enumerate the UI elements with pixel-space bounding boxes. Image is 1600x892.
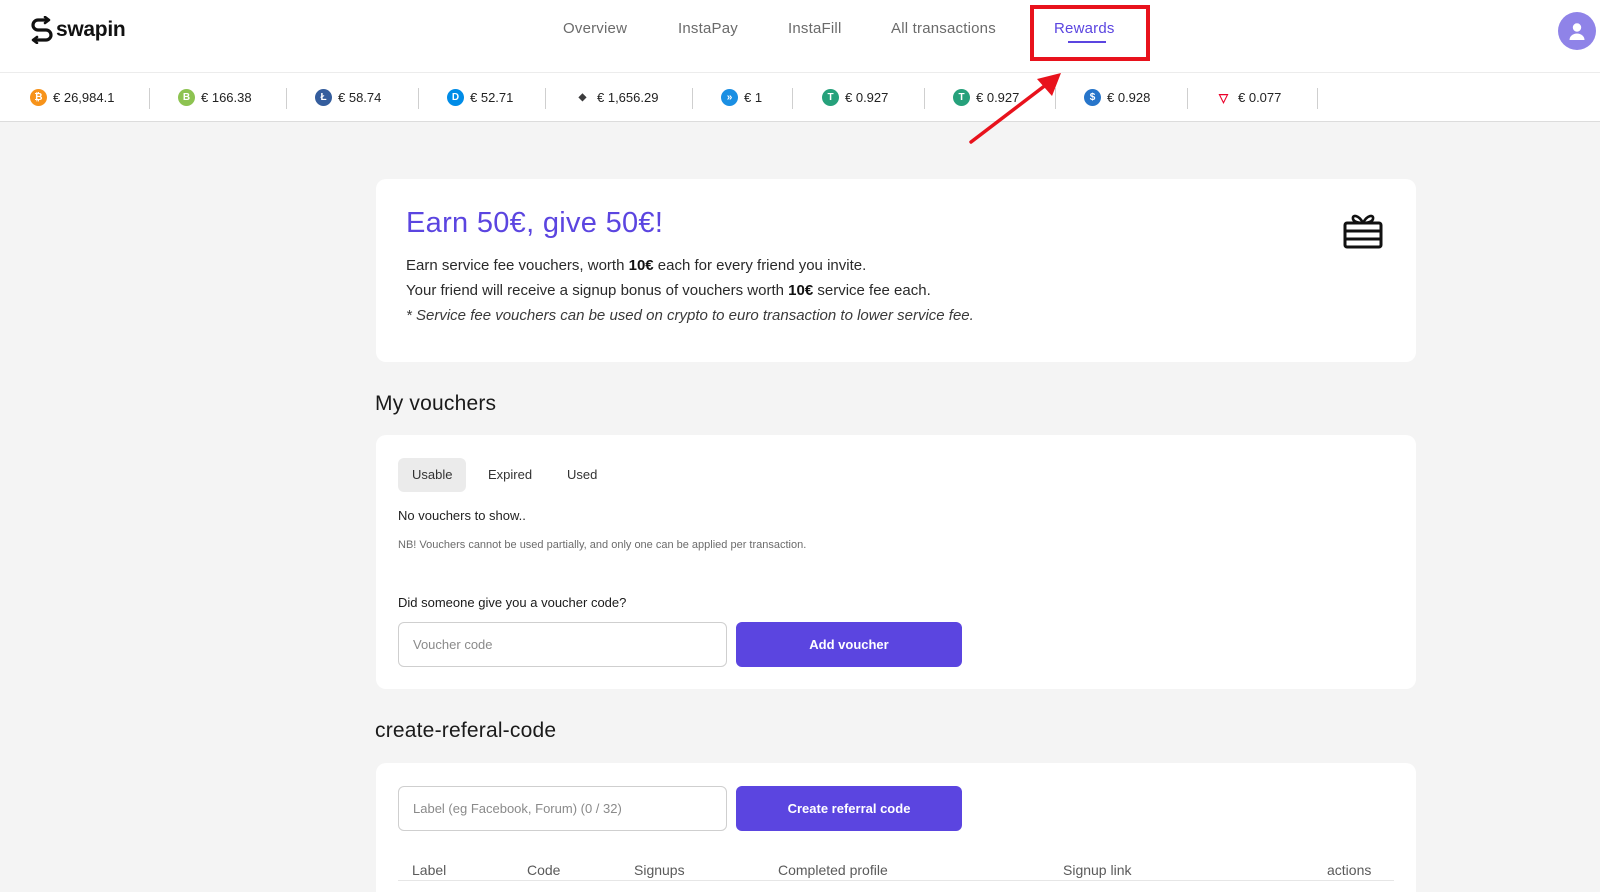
- referral-label-input[interactable]: [398, 786, 727, 831]
- usdc-icon: $: [1084, 89, 1101, 106]
- ethereum-icon: ◆: [574, 89, 591, 106]
- ticker-divider: [692, 88, 693, 109]
- ticker-price: € 166.38: [201, 90, 252, 105]
- ticker-item: B € 166.38: [178, 89, 252, 106]
- vouchers-card: Usable Expired Used No vouchers to show.…: [376, 435, 1416, 689]
- ticker-item: » € 1: [721, 89, 762, 106]
- dash-icon: D: [447, 89, 464, 106]
- brand-name: swapin: [56, 18, 126, 41]
- earn-amount: 10€: [628, 257, 654, 274]
- ticker-item: ▽ € 0.077: [1215, 89, 1281, 106]
- nav-instapay[interactable]: InstaPay: [678, 20, 738, 37]
- swapin-logo-icon: [31, 16, 53, 44]
- add-voucher-button[interactable]: Add voucher: [736, 622, 962, 667]
- tether-icon: T: [822, 89, 839, 106]
- swapin-logo[interactable]: swapin: [30, 16, 126, 44]
- table-header-divider: [398, 880, 1394, 881]
- tab-expired[interactable]: Expired: [474, 458, 546, 492]
- column-header-actions[interactable]: actions: [1327, 862, 1371, 878]
- ticker-price: € 1: [744, 90, 763, 105]
- tab-usable[interactable]: Usable: [398, 458, 467, 492]
- tab-used[interactable]: Used: [553, 458, 611, 492]
- ticker-item: ₿ € 26,984.1: [30, 89, 114, 106]
- earn-text: Your friend will receive a signup bonus …: [406, 282, 789, 299]
- column-header-completed-profile[interactable]: Completed profile: [778, 862, 888, 878]
- top-bar: swapin Overview InstaPay InstaFill All t…: [0, 0, 1600, 72]
- nav-overview[interactable]: Overview: [563, 20, 627, 37]
- column-header-signup-link[interactable]: Signup link: [1063, 862, 1132, 878]
- ticker-divider: [545, 88, 546, 109]
- litecoin-icon: Ł: [315, 89, 332, 106]
- xrp-icon: »: [721, 89, 738, 106]
- ticker-price: € 52.71: [470, 90, 514, 105]
- earn-description-line-1: Earn service fee vouchers, worth 10€ eac…: [406, 257, 866, 274]
- voucher-code-input[interactable]: [398, 622, 727, 667]
- rewards-highlight-annotation: [1030, 5, 1150, 61]
- voucher-code-question: Did someone give you a voucher code?: [398, 595, 627, 610]
- ticker-item: T € 0.927: [822, 89, 888, 106]
- earn-note: * Service fee vouchers can be used on cr…: [406, 307, 974, 324]
- my-vouchers-title: My vouchers: [375, 392, 497, 415]
- earn-title: Earn 50€, give 50€!: [406, 207, 664, 239]
- ticker-price: € 0.077: [1238, 90, 1282, 105]
- ticker-divider: [149, 88, 150, 109]
- ticker-item: ◆ € 1,656.29: [574, 89, 658, 106]
- ticker-divider: [286, 88, 287, 109]
- gift-card-icon: [1343, 214, 1383, 249]
- earn-description-line-2: Your friend will receive a signup bonus …: [406, 282, 931, 299]
- price-ticker: ₿ € 26,984.1 B € 166.38 Ł € 58.74 D € 52…: [0, 72, 1600, 122]
- ticker-item: D € 52.71: [447, 89, 513, 106]
- referral-card: Create referral code Label Code Signups …: [376, 763, 1416, 892]
- column-header-signups[interactable]: Signups: [634, 862, 685, 878]
- ticker-divider: [924, 88, 925, 109]
- create-referral-code-button[interactable]: Create referral code: [736, 786, 962, 831]
- ticker-price: € 58.74: [338, 90, 382, 105]
- no-vouchers-message: No vouchers to show..: [398, 508, 526, 523]
- ticker-divider: [1317, 88, 1318, 109]
- ticker-item: $ € 0.928: [1084, 89, 1150, 106]
- column-header-code[interactable]: Code: [527, 862, 560, 878]
- bitcoin-icon: ₿: [30, 89, 47, 106]
- nav-all-transactions[interactable]: All transactions: [891, 20, 996, 37]
- create-referral-code-title: create-referal-code: [375, 719, 557, 742]
- ticker-divider: [418, 88, 419, 109]
- ticker-price: € 1,656.29: [597, 90, 659, 105]
- user-avatar[interactable]: [1558, 12, 1596, 50]
- ticker-divider: [1187, 88, 1188, 109]
- vouchers-note: NB! Vouchers cannot be used partially, a…: [398, 539, 807, 551]
- ticker-price: € 26,984.1: [53, 90, 115, 105]
- tron-icon: ▽: [1215, 89, 1232, 106]
- ticker-price: € 0.927: [845, 90, 889, 105]
- red-arrow-annotation: [969, 73, 1061, 144]
- column-header-label[interactable]: Label: [412, 862, 446, 878]
- earn-rewards-card: Earn 50€, give 50€! Earn service fee vou…: [376, 179, 1416, 362]
- earn-amount: 10€: [788, 282, 814, 299]
- ticker-divider: [792, 88, 793, 109]
- user-icon: [1569, 23, 1585, 40]
- bitcoin-cash-icon: B: [178, 89, 195, 106]
- ticker-price: € 0.928: [1107, 90, 1151, 105]
- nav-instafill[interactable]: InstaFill: [788, 20, 841, 37]
- ticker-item: Ł € 58.74: [315, 89, 381, 106]
- earn-text: service fee each.: [813, 282, 931, 299]
- earn-text: Earn service fee vouchers, worth: [406, 257, 629, 274]
- earn-text: each for every friend you invite.: [653, 257, 867, 274]
